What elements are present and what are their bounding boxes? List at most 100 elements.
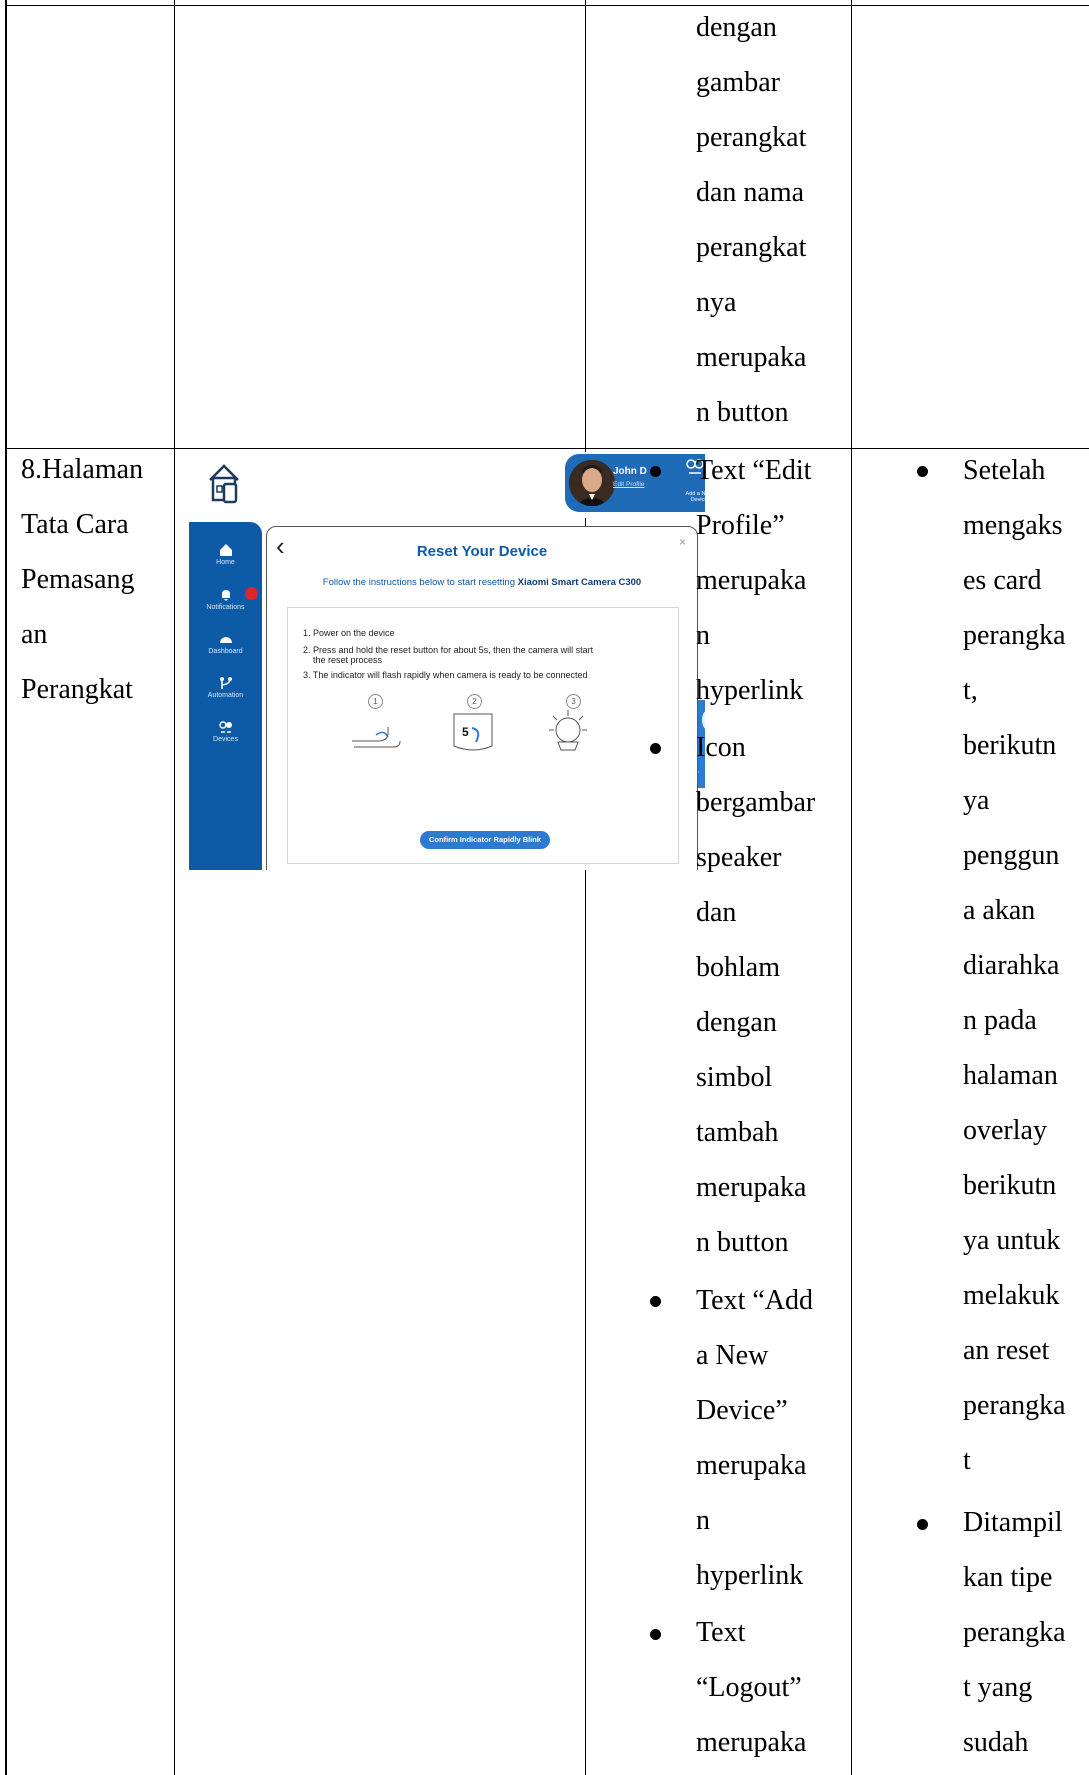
reset-device-modal: ‹ × Reset Your Device Follow the instruc… [266,526,698,870]
avatar-image [569,460,615,506]
list-item-line: hyperlink [696,675,804,706]
bullet-icon [650,1296,661,1307]
instruction-step: 3. The indicator will flash rapidly when… [303,670,588,680]
bullet-icon [650,1629,661,1640]
table-col-divider-3 [851,0,852,1775]
list-item-line: Text “Add [696,1285,814,1316]
list-item-line: sudah [963,1727,1029,1758]
list-item-line: Text [696,1617,746,1648]
list-item-line: a akan [963,895,1036,926]
sidebar-item-label: Automation [207,692,244,699]
list-item-line: a New [696,1340,769,1371]
modal-subtitle-text: Follow the instructions below to start r… [322,577,518,588]
list-item-line: ya untuk [963,1225,1061,1256]
list-item-line: dan [696,897,737,928]
list-item-line: Text “Edit [696,455,812,486]
sidebar-item-automation[interactable]: Automation [189,676,262,699]
list-item-line: penggun [963,840,1060,871]
list-item-line: mengaks [963,510,1063,541]
svg-text:5: 5 [462,725,469,739]
devices-icon [218,721,232,733]
page-name-line: Tata Cara [21,509,129,540]
list-item-line: Profile” [696,510,785,541]
sidebar-item-label: Devices [213,736,238,743]
power-on-illustration [352,727,401,748]
list-item-line: perangka [963,1617,1066,1648]
step-number: 2 [467,694,482,709]
list-item-line: merupaka [696,1172,807,1203]
list-item-line: merupaka [696,565,807,596]
list-item-line: hyperlink [696,1560,804,1591]
list-item-line: t yang [963,1672,1033,1703]
list-item-line: Icon [696,732,746,763]
bullet-icon [917,1519,928,1530]
step-number: 1 [368,694,383,709]
list-item-line: n [696,1505,710,1536]
bullet-icon [650,466,661,477]
table-border-top [5,5,1089,6]
table-col-divider-1 [174,0,175,1775]
table-col-divider-2 [585,0,586,1775]
list-item-line: ya [963,785,990,816]
edit-profile-link[interactable]: Edit Profile [613,481,644,488]
bullet-icon [650,743,661,754]
list-item-line: Device” [696,1395,788,1426]
list-item-line: overlay [963,1115,1047,1146]
list-item-line: es card [963,565,1042,596]
instructions-box: 1. Power on the device 2. Press and hold… [287,607,679,864]
sidebar-item-devices[interactable]: Devices [189,720,262,743]
camera-blink-illustration [549,710,587,751]
step-number: 3 [566,694,581,709]
list-item-line: t, [963,675,978,706]
list-item-line: bohlam [696,952,780,983]
avatar[interactable] [569,460,615,506]
list-item-line: speaker [696,842,782,873]
bullet-icon [917,466,928,477]
page-name-line: Pemasang [21,564,135,595]
list-item-line: simbol [696,1062,773,1093]
list-item-line: n pada [963,1005,1037,1036]
page-name-line: 8.Halaman [21,454,144,485]
modal-subtitle: Follow the instructions below to start r… [267,577,697,588]
modal-title: Reset Your Device [416,543,548,560]
list-item-line: merupaka [696,1450,807,1481]
instruction-step: 1. Power on the device [303,628,395,638]
text-line: n button [696,397,789,428]
table-border-left [5,0,7,1775]
list-item-line: “Logout” [696,1672,802,1703]
text-line: perangkat [696,232,807,263]
text-line: perangkat [696,122,807,153]
text-line: dan nama [696,177,805,208]
page-name-line: an [21,619,48,650]
list-item-line: diarahka [963,950,1060,981]
list-item-line: melakuk [963,1280,1060,1311]
instruction-step: the reset process [313,655,383,665]
text-line: nya [696,287,737,318]
confirm-indicator-button[interactable]: Confirm Indicator Rapidly Blink [420,831,550,849]
list-item-line: merupaka [696,1727,807,1758]
list-item-line: dengan [696,1007,777,1038]
instruction-step: 2. Press and hold the reset button for a… [303,645,594,655]
sidebar-item-dashboard[interactable]: Dashboard [189,632,262,655]
notification-badge [245,587,258,600]
list-item-line: bergambar [696,787,816,818]
list-item-line: n [696,620,710,651]
list-item-line: t [963,1445,971,1476]
user-name: John D [613,466,647,477]
app-screenshot: John D Edit Profile Home Notifications D… [189,452,705,870]
table-row-divider [5,448,1089,449]
list-item-line: Ditampil [963,1507,1063,1538]
text-line: merupaka [696,342,807,373]
text-line: gambar [696,67,780,98]
list-item-line: berikutn [963,1170,1057,1201]
page-name-line: Perangkat [21,674,133,705]
list-item-line: halaman [963,1060,1058,1091]
sidebar-item-home[interactable]: Home [189,543,262,566]
sidebar-item-label: Dashboard [208,648,243,655]
bell-icon [221,590,230,601]
list-item-line: tambah [696,1117,779,1148]
list-item-line: n button [696,1227,789,1258]
list-item-line: perangka [963,1390,1066,1421]
list-item-line: Setelah [963,455,1046,486]
automation-icon [219,677,232,689]
